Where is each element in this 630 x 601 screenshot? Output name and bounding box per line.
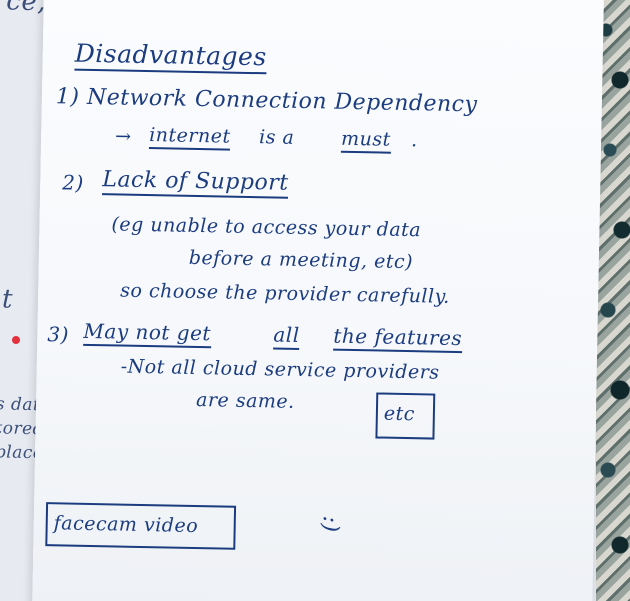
facecam-video-box: facecam video [45,502,237,550]
point-1-internet: internet [148,124,231,151]
heading-disadvantages: Disadvantages [74,38,267,75]
point-1-must: must [340,127,392,154]
point-2-line-1: (eg unable to access your data [111,213,422,242]
point-1-arrow: → [114,125,132,148]
point-3-all: all [273,322,300,350]
point-1-is-a: is a [258,126,295,149]
point-2-number: 2) [62,170,85,195]
red-dot [12,336,20,344]
point-3-line-1: -Not all cloud service providers [120,355,440,384]
point-1-period: . [410,129,418,152]
point-3-line-2: are same. [195,388,295,413]
etc-box: etc [375,392,436,440]
notebook-page: Disadvantages 1) Network Connection Depe… [32,0,604,601]
point-3-the-features: the features [333,323,463,354]
point-3-may-not-get: May not get [83,318,211,349]
smiley-face: :) [317,515,343,533]
point-1-title: 1) Network Connection Dependency [55,84,478,118]
point-3-number: 3) [47,322,70,347]
point-2-line-2: before a meeting, etc) [188,246,414,274]
left-page-top-text: ce, [5,0,47,18]
point-2-line-3: so choose the provider carefully. [119,279,451,308]
left-page-letter: t [1,284,14,315]
point-2-title: Lack of Support [102,167,289,199]
notebook-photo: ce, t s data tored at places. Disadvanta… [0,0,630,601]
